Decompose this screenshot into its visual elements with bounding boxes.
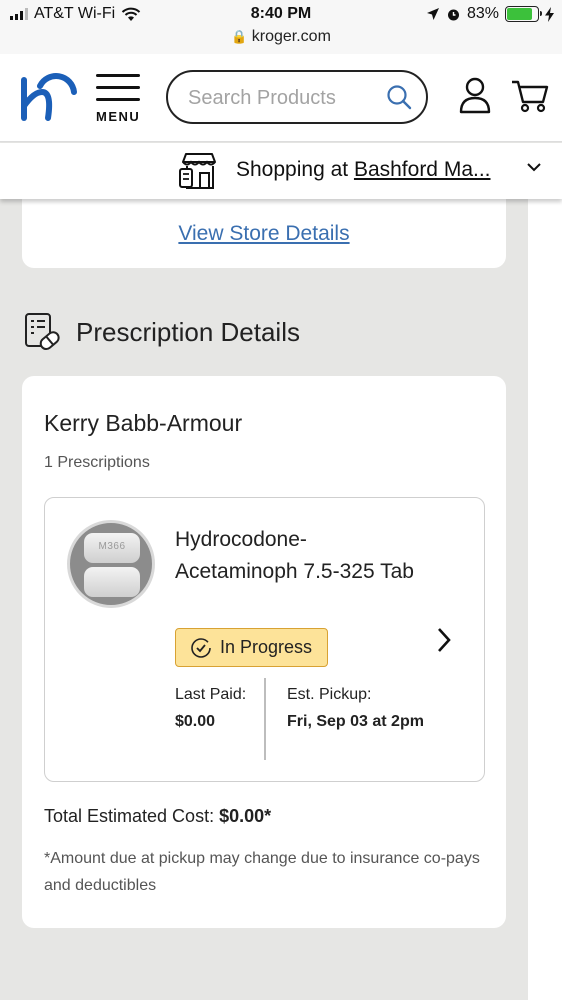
last-paid-value: $0.00	[175, 713, 216, 730]
scrollbar-track	[528, 199, 562, 1000]
shopping-at-text: Shopping at Bashford Ma...	[236, 158, 491, 182]
prescription-item[interactable]: M366 Hydrocodone-Acetaminoph 7.5-325 Tab…	[44, 497, 485, 782]
charging-icon	[545, 6, 554, 22]
lock-icon: 🔒	[231, 29, 248, 44]
search-input[interactable]	[188, 84, 378, 112]
store-name[interactable]: Bashford Ma...	[354, 158, 491, 181]
check-clock-icon	[191, 637, 211, 658]
status-text: In Progress	[220, 637, 313, 657]
divider	[264, 678, 266, 760]
status-right: 83%	[426, 5, 554, 23]
prescription-section-header: Prescription Details	[24, 312, 300, 352]
prescription-count: 1 Prescriptions	[44, 454, 150, 471]
cart-icon[interactable]	[510, 76, 550, 114]
prescription-icon	[25, 313, 60, 351]
est-pickup: Est. Pickup: Fri, Sep 03 at 2pm	[287, 681, 427, 735]
cost-disclaimer: *Amount due at pickup may change due to …	[44, 850, 480, 894]
pickup-label: Est. Pickup:	[287, 686, 372, 703]
search-icon[interactable]	[386, 84, 412, 110]
drug-name: Hydrocodone-Acetaminoph 7.5-325 Tab	[175, 528, 414, 583]
total-value: $0.00*	[219, 806, 272, 826]
status-bar: AT&T Wi-Fi 8:40 PM 🔒 kroger.com 83%	[0, 0, 562, 54]
total-estimated-cost: Total Estimated Cost: $0.00*	[44, 806, 271, 827]
store-selector[interactable]: Shopping at Bashford Ma...	[0, 143, 562, 199]
menu-button[interactable]: MENU	[96, 74, 144, 124]
search-box	[166, 70, 428, 124]
alarm-icon	[447, 9, 459, 20]
shopping-at-prefix: Shopping at	[236, 158, 354, 181]
battery-percent: 83%	[466, 5, 499, 22]
url-bar[interactable]: 🔒 kroger.com	[0, 28, 562, 46]
battery-icon	[505, 6, 542, 22]
status-badge: In Progress	[175, 628, 328, 667]
site-header: MENU	[0, 54, 562, 142]
total-label: Total Estimated Cost:	[44, 806, 220, 826]
store-icon	[179, 153, 216, 189]
pill-imprint: M366	[98, 541, 126, 552]
prescription-card: Kerry Babb-Armour 1 Prescriptions M366 H…	[22, 376, 506, 928]
location-icon	[426, 8, 439, 20]
chevron-right-icon[interactable]	[436, 626, 452, 654]
view-store-details-link[interactable]: View Store Details	[22, 222, 506, 246]
url-text: kroger.com	[251, 28, 331, 45]
patient-name: Kerry Babb-Armour	[44, 410, 243, 436]
account-icon[interactable]	[458, 76, 492, 114]
pickup-value: Fri, Sep 03 at 2pm	[287, 713, 424, 730]
last-paid: Last Paid: $0.00	[175, 681, 253, 735]
section-title: Prescription Details	[76, 316, 300, 347]
kroger-logo[interactable]	[18, 72, 78, 122]
pill-image: M366	[67, 520, 155, 608]
last-paid-label: Last Paid:	[175, 686, 247, 703]
chevron-down-icon[interactable]	[526, 161, 542, 173]
menu-label: MENU	[96, 109, 141, 124]
